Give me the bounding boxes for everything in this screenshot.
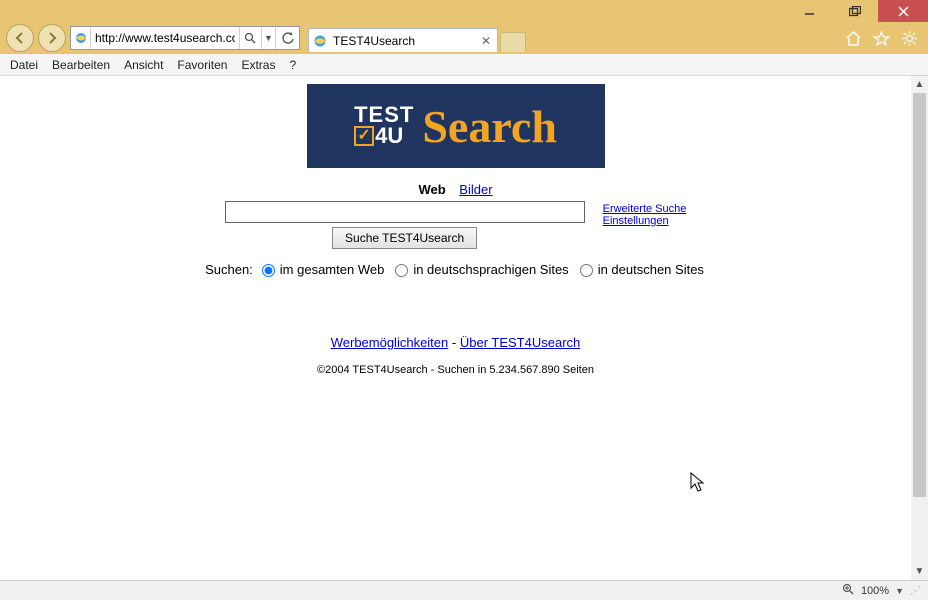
scope-radio-all[interactable]: im gesamten Web [257, 261, 385, 277]
tools-icon[interactable] [900, 29, 918, 47]
favorites-icon[interactable] [872, 29, 890, 47]
settings-link[interactable]: Einstellungen [603, 215, 687, 227]
content-area: TEST ✓ 4U Search Web Bilder Suche TEST4U… [0, 76, 928, 580]
vertical-scrollbar[interactable]: ▲ ▼ [911, 76, 928, 580]
ads-link[interactable]: Werbemöglichkeiten [331, 335, 449, 350]
search-side-links: Erweiterte Suche Einstellungen [603, 203, 687, 227]
maximize-button[interactable] [832, 0, 878, 22]
close-button[interactable] [878, 0, 928, 22]
scope-tabs: Web Bilder [0, 182, 911, 197]
scope-radio-de-lang-input[interactable] [395, 264, 408, 277]
scroll-down-icon[interactable]: ▼ [911, 563, 928, 580]
search-row: Suche TEST4Usearch Erweiterte Suche Eins… [0, 201, 911, 249]
scroll-track[interactable] [911, 93, 928, 563]
ie-icon [313, 34, 327, 48]
scope-radio-de-lang[interactable]: in deutschsprachigen Sites [390, 261, 568, 277]
menu-datei[interactable]: Datei [10, 58, 38, 72]
tab-close-icon[interactable]: ✕ [479, 34, 493, 48]
statusbar: 100% ▼ ⋰ [0, 580, 928, 600]
address-dropdown[interactable]: ▼ [261, 27, 275, 49]
scope-radios-label: Suchen: [205, 262, 253, 277]
footer-sep: - [452, 335, 460, 350]
scope-radio-all-input[interactable] [262, 264, 275, 277]
address-input[interactable] [91, 27, 239, 49]
scope-tab-bilder[interactable]: Bilder [459, 182, 492, 197]
tab-title: TEST4Usearch [333, 34, 473, 48]
refresh-button[interactable] [275, 27, 299, 49]
browser-toolbar: ▼ TEST4Usearch ✕ [0, 22, 928, 54]
home-icon[interactable] [844, 29, 862, 47]
window-titlebar [0, 0, 928, 22]
new-tab-button[interactable] [500, 32, 526, 52]
menu-ansicht[interactable]: Ansicht [124, 58, 163, 72]
advanced-search-link[interactable]: Erweiterte Suche [603, 203, 687, 215]
footer-links: Werbemöglichkeiten - Über TEST4Usearch [0, 335, 911, 350]
scope-radio-de-sites-input[interactable] [580, 264, 593, 277]
tab-strip: TEST4Usearch ✕ [308, 24, 526, 52]
menu-bearbeiten[interactable]: Bearbeiten [52, 58, 110, 72]
menubar: Datei Bearbeiten Ansicht Favoriten Extra… [0, 54, 928, 76]
scroll-thumb[interactable] [913, 93, 926, 497]
check-icon: ✓ [354, 126, 374, 146]
copyright-text: ©2004 TEST4Usearch - Suchen in 5.234.567… [0, 364, 911, 376]
zoom-dropdown-icon[interactable]: ▼ [895, 586, 904, 596]
back-button[interactable] [6, 24, 34, 52]
about-link[interactable]: Über TEST4Usearch [460, 335, 580, 350]
address-search-icon[interactable] [239, 27, 261, 49]
logo-brand: TEST ✓ 4U [354, 105, 414, 147]
ie-page-icon [71, 27, 91, 49]
toolbar-right [844, 29, 924, 47]
menu-favoriten[interactable]: Favoriten [177, 58, 227, 72]
scope-tab-web[interactable]: Web [418, 182, 445, 197]
search-input[interactable] [225, 201, 585, 223]
address-bar: ▼ [70, 26, 300, 50]
logo-word: Search [422, 100, 557, 153]
resize-grip-icon[interactable]: ⋰ [910, 584, 920, 597]
forward-button[interactable] [38, 24, 66, 52]
page-body: TEST ✓ 4U Search Web Bilder Suche TEST4U… [0, 76, 911, 580]
logo-brand-bottom: 4U [375, 126, 403, 147]
minimize-button[interactable] [786, 0, 832, 22]
browser-tab[interactable]: TEST4Usearch ✕ [308, 28, 498, 52]
scope-radios: Suchen: im gesamten Web in deutschsprach… [0, 261, 911, 277]
menu-extras[interactable]: Extras [241, 58, 275, 72]
scroll-up-icon[interactable]: ▲ [911, 76, 928, 93]
site-logo: TEST ✓ 4U Search [307, 84, 605, 168]
scope-radio-de-sites[interactable]: in deutschen Sites [575, 261, 704, 277]
zoom-level[interactable]: 100% [861, 585, 889, 597]
zoom-icon[interactable] [842, 583, 855, 599]
menu-help[interactable]: ? [289, 58, 296, 72]
search-button[interactable]: Suche TEST4Usearch [332, 227, 477, 249]
